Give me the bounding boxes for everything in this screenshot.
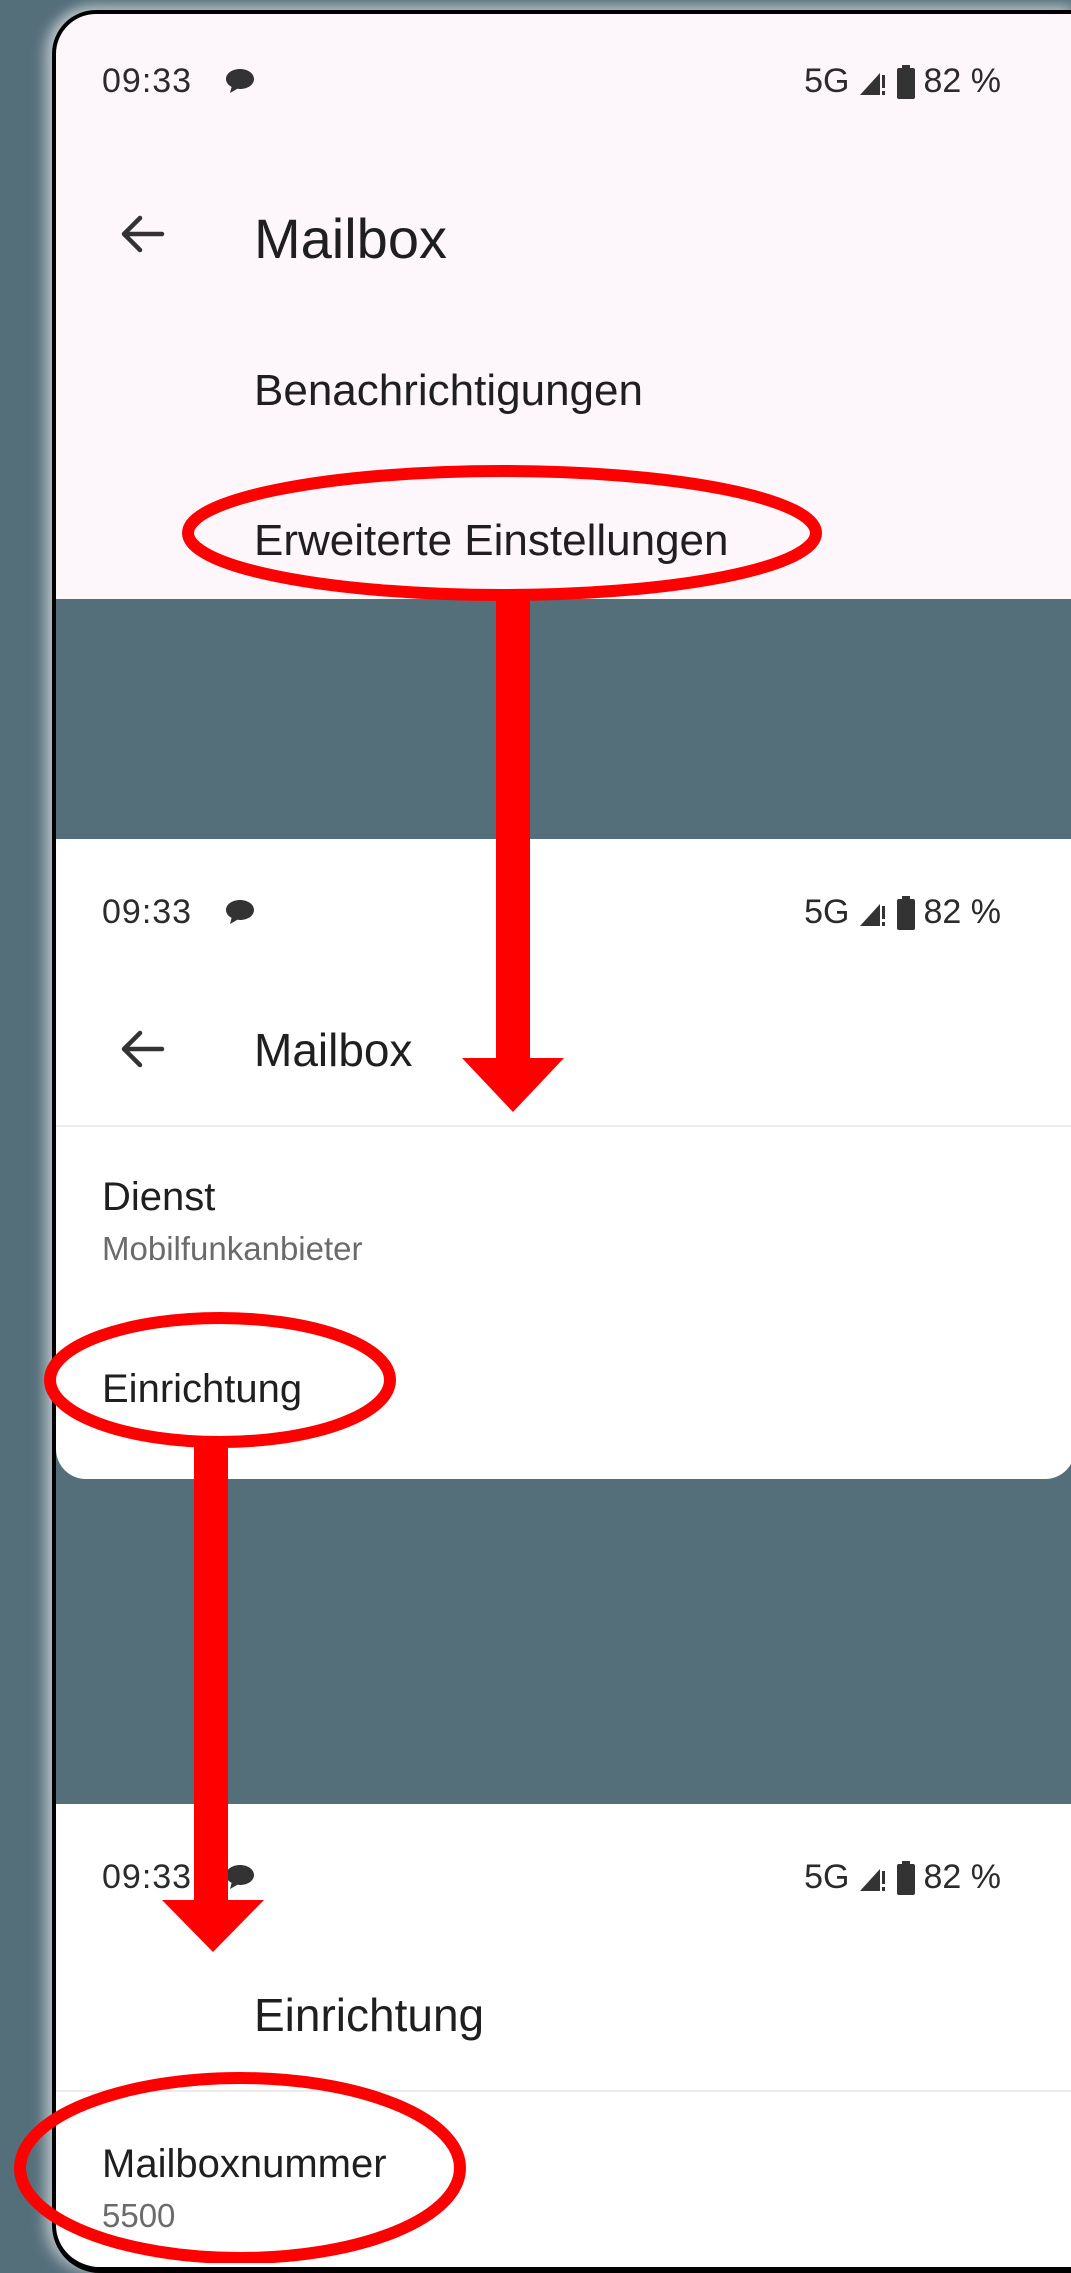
back-arrow-icon[interactable] — [112, 204, 172, 264]
menu-item-advanced-settings[interactable]: Erweiterte Einstellungen — [254, 516, 728, 566]
battery-percent: 82 % — [923, 893, 1002, 931]
preference-summary: Mobilfunkanbieter — [102, 1230, 363, 1267]
status-right: 5G 82 % — [804, 62, 1001, 101]
network-type: 5G — [804, 62, 850, 100]
signal-icon — [859, 1868, 885, 1891]
signal-icon — [859, 903, 885, 926]
preference-mailbox-number[interactable]: Mailboxnummer 5500 — [102, 2142, 387, 2235]
page-title: Einrichtung — [254, 1989, 485, 2041]
setup-screen: 09:33 5G 82 % Einrichtung Mailboxnummer … — [56, 1804, 1071, 2267]
network-type: 5G — [804, 893, 850, 931]
preference-setup[interactable]: Einrichtung — [102, 1367, 302, 1412]
battery-icon — [896, 895, 915, 930]
status-time: 09:33 — [102, 1858, 193, 1896]
battery-icon — [896, 64, 915, 99]
phone-screenshot-collage: 09:33 5G 82 % Mailbox Benachrichtigungen… — [52, 10, 1071, 2273]
page-title: Mailbox — [254, 207, 447, 270]
signal-icon — [859, 72, 885, 95]
battery-icon — [896, 1860, 915, 1895]
chat-bubble-icon — [226, 1865, 254, 1889]
battery-percent: 82 % — [923, 62, 1002, 100]
page-title: Mailbox — [254, 1024, 413, 1076]
back-arrow-icon[interactable] — [112, 1019, 172, 1079]
chat-bubble-icon — [226, 69, 254, 93]
top-app-bar: Mailbox — [56, 184, 1071, 294]
status-bar: 09:33 5G 82 % — [56, 839, 1071, 931]
chat-bubble-icon — [226, 900, 254, 924]
preference-title: Mailboxnummer — [102, 2142, 387, 2186]
battery-percent: 82 % — [923, 1858, 1002, 1896]
status-right: 5G 82 % — [804, 1858, 1001, 1897]
preference-title: Dienst — [102, 1175, 216, 1219]
preference-summary: 5500 — [102, 2197, 176, 2234]
status-bar: 09:33 5G 82 % — [56, 1804, 1071, 1896]
status-time: 09:33 — [102, 893, 193, 931]
status-right: 5G 82 % — [804, 893, 1001, 932]
preference-service[interactable]: Dienst Mobilfunkanbieter — [102, 1175, 363, 1268]
menu-item-notifications[interactable]: Benachrichtigungen — [254, 366, 643, 416]
mailbox-screen: 09:33 5G 82 % Mailbox Benachrichtigungen… — [56, 14, 1071, 599]
mailbox-advanced-screen: 09:33 5G 82 % Mailbox Dienst Mobilfunkan… — [56, 839, 1071, 1479]
top-app-bar: Mailbox — [56, 999, 1071, 1109]
divider — [56, 2090, 1071, 2092]
network-type: 5G — [804, 1858, 850, 1896]
top-app-bar: Einrichtung — [56, 1964, 1071, 2074]
status-bar: 09:33 5G 82 % — [56, 14, 1071, 100]
divider — [56, 1125, 1071, 1127]
preference-title: Einrichtung — [102, 1367, 303, 1411]
status-time: 09:33 — [102, 62, 193, 100]
